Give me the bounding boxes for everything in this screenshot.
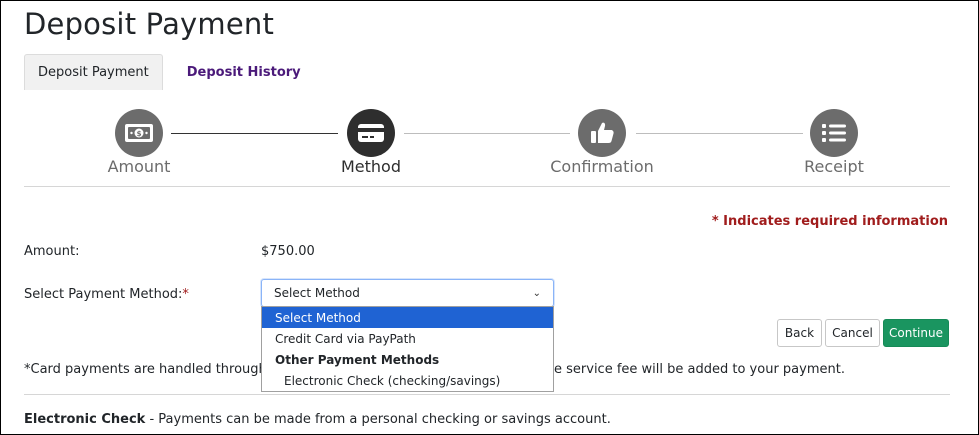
deposit-payment-page: Deposit Payment Deposit Payment Deposit … (0, 0, 979, 435)
cancel-button[interactable]: Cancel (825, 319, 880, 347)
stepper-divider (24, 186, 950, 187)
payment-method-dropdown: Select Method Credit Card via PayPath Ot… (261, 306, 554, 392)
tab-deposit-history[interactable]: Deposit History (163, 54, 314, 90)
electronic-check-info: Electronic Check - Payments can be made … (24, 412, 611, 427)
step-receipt: Receipt (764, 109, 904, 176)
step-method-label: Method (340, 157, 401, 176)
step-amount-label: Amount (107, 157, 171, 176)
continue-button[interactable]: Continue (883, 319, 949, 347)
payment-method-select[interactable]: Select Method ⌄ (261, 279, 554, 307)
payment-method-label-text: Select Payment Method: (24, 287, 183, 302)
payment-method-label: Select Payment Method:* (24, 287, 189, 302)
step-receipt-circle (810, 109, 858, 157)
tab-bar: Deposit Payment Deposit History (24, 54, 314, 90)
chevron-down-icon: ⌄ (532, 287, 541, 299)
option-select-method[interactable]: Select Method (262, 307, 553, 328)
option-credit-card-paypath[interactable]: Credit Card via PayPath (262, 328, 553, 349)
thumbs-up-icon (591, 122, 614, 143)
step-amount: $ Amount (69, 109, 209, 176)
step-amount-circle: $ (115, 109, 163, 157)
amount-label: Amount: (24, 244, 80, 259)
svg-text:$: $ (137, 130, 142, 138)
tab-deposit-payment[interactable]: Deposit Payment (24, 54, 163, 90)
page-title: Deposit Payment (24, 7, 275, 41)
electronic-check-text: - Payments can be made from a personal c… (145, 412, 611, 427)
credit-card-icon (358, 124, 384, 142)
step-method-circle (347, 109, 395, 157)
money-icon: $ (125, 124, 153, 142)
step-confirmation-circle (578, 109, 626, 157)
required-marker: * (182, 287, 189, 302)
optgroup-other-payment-methods: Other Payment Methods (275, 352, 440, 367)
card-payment-note-end: e service fee will be added to your paym… (554, 362, 845, 377)
step-confirmation-label: Confirmation (550, 157, 654, 176)
amount-value: $750.00 (261, 244, 315, 259)
step-method: Method (301, 109, 441, 176)
step-receipt-label: Receipt (804, 157, 864, 176)
payment-method-selected-value: Select Method (274, 286, 360, 300)
option-electronic-check[interactable]: Electronic Check (checking/savings) (262, 370, 553, 391)
section-divider (24, 394, 950, 395)
back-button[interactable]: Back (777, 319, 822, 347)
card-payment-note-start: *Card payments are handled through Pay (24, 362, 294, 377)
required-info-note: * Indicates required information (711, 214, 948, 229)
step-confirmation: Confirmation (532, 109, 672, 176)
electronic-check-title: Electronic Check (24, 412, 146, 427)
list-icon (822, 124, 846, 142)
